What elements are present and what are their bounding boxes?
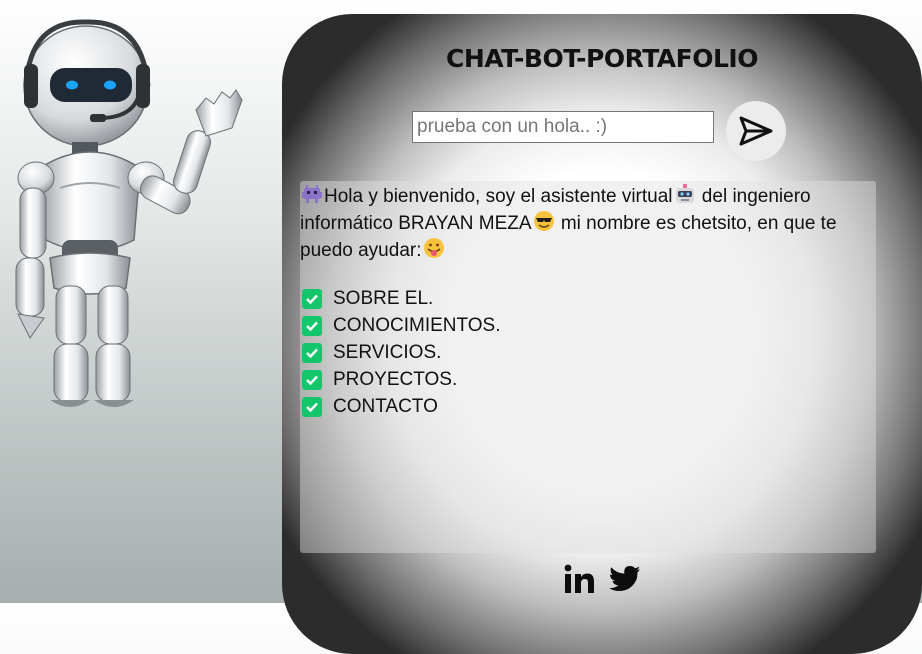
option-about[interactable]: SOBRE EL. xyxy=(302,285,501,312)
message-part-1: Hola y bienvenido, soy el asistente virt… xyxy=(324,186,673,207)
options-list: SOBRE EL. CONOCIMIENTOS. SERVICIOS. PROY… xyxy=(302,285,501,420)
check-box-icon xyxy=(302,288,322,309)
chat-input-row xyxy=(412,101,792,161)
check-box-icon xyxy=(302,315,322,336)
option-label: SERVICIOS. xyxy=(333,342,442,363)
social-links xyxy=(282,562,922,596)
bot-welcome-message: Hola y bienvenido, soy el asistente virt… xyxy=(300,183,874,264)
chat-message-input[interactable] xyxy=(412,111,714,143)
option-contact[interactable]: CONTACTO xyxy=(302,393,501,420)
twitter-icon xyxy=(609,566,640,591)
robot-face-icon xyxy=(675,184,694,203)
linkedin-icon xyxy=(564,564,594,593)
check-box-icon xyxy=(302,396,322,417)
option-label: SOBRE EL. xyxy=(333,288,434,309)
option-services[interactable]: SERVICIOS. xyxy=(302,339,501,366)
check-box-icon xyxy=(302,342,322,363)
option-label: CONOCIMIENTOS. xyxy=(333,315,501,336)
robot-illustration xyxy=(10,18,250,418)
option-label: CONTACTO xyxy=(333,396,438,417)
alien-monster-icon xyxy=(302,185,322,203)
option-knowledge[interactable]: CONOCIMIENTOS. xyxy=(302,312,501,339)
option-label: PROYECTOS. xyxy=(333,369,458,390)
chat-panel: CHAT-BOT-PORTAFOLIO Hola y bienvenido, s… xyxy=(282,14,922,654)
twitter-link[interactable] xyxy=(608,562,642,596)
option-projects[interactable]: PROYECTOS. xyxy=(302,366,501,393)
send-button[interactable] xyxy=(726,101,786,161)
linkedin-link[interactable] xyxy=(562,562,596,596)
paper-plane-icon xyxy=(739,116,773,146)
smiling-sunglasses-icon xyxy=(533,211,554,231)
chat-message-box: Hola y bienvenido, soy el asistente virt… xyxy=(300,181,876,553)
tongue-out-icon xyxy=(423,238,444,258)
chat-title: CHAT-BOT-PORTAFOLIO xyxy=(446,44,758,73)
check-box-icon xyxy=(302,369,322,390)
